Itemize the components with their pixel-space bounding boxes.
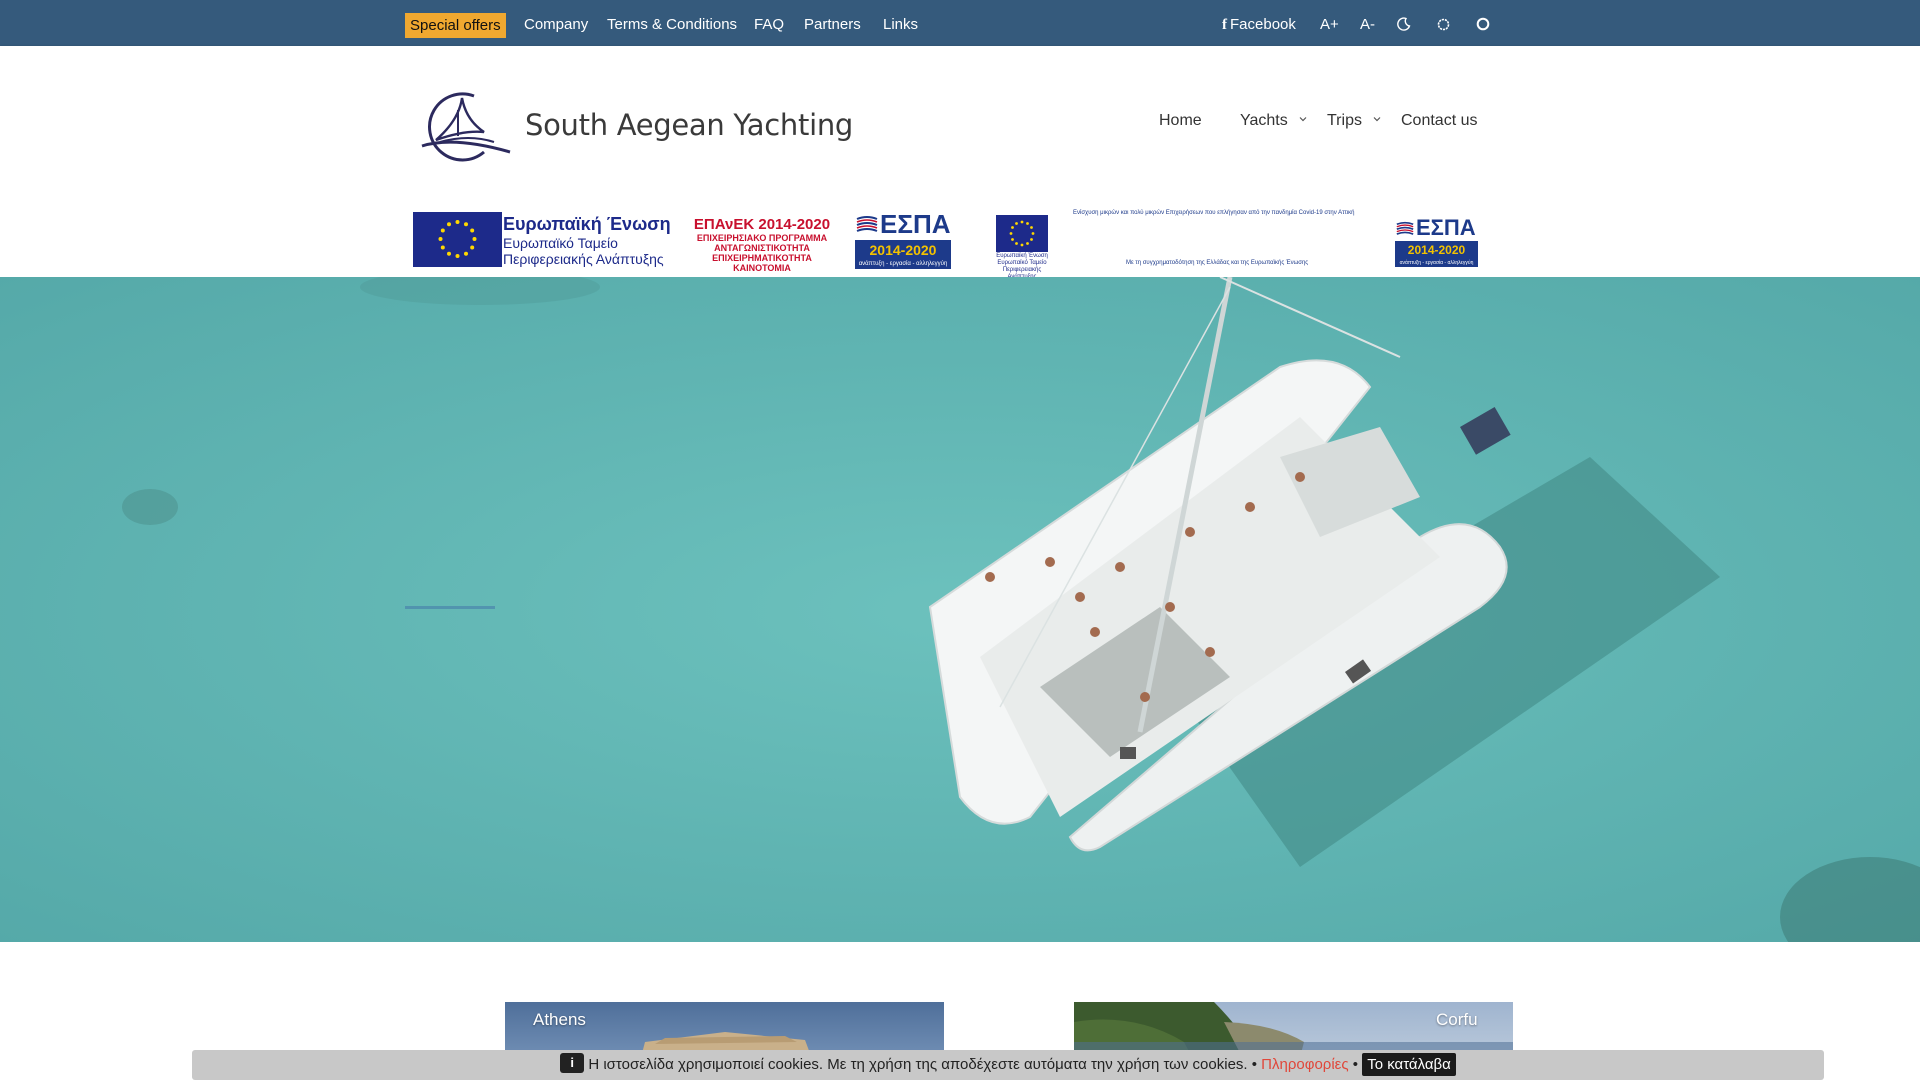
eu-funding-banner: Ευρωπαϊκή Ένωση Ευρωπαϊκό Ταμείο Περιφερ… [0,205,1920,280]
facebook-icon: f [1222,17,1227,33]
espa-title: ΕΣΠΑ [880,209,951,239]
facebook-link[interactable]: f Facebook [1222,0,1296,46]
eu-flag-icon [413,212,502,267]
circle-icon [1476,17,1490,31]
top-bar: Special offers Company Terms & Condition… [0,0,1920,46]
logo-sailboat-icon[interactable] [414,90,512,162]
epanek-line-1: ΕΠΙΧΕΙΡΗΣΙΑΚΟ ΠΡΟΓΡΑΜΜΑ [696,233,828,243]
contrast-button[interactable] [1476,17,1490,31]
moon-icon [1397,17,1411,31]
athens-label: Athens [533,1010,586,1029]
epanek-logo: ΕΠΑνΕΚ 2014-2020 ΕΠΙΧΕΙΡΗΣΙΑΚΟ ΠΡΟΓΡΑΜΜΑ… [692,216,832,273]
nav-yachts[interactable]: Yachts [1240,112,1307,130]
cookie-info-link[interactable]: Πληροφορίες [1261,1056,1348,1073]
espa-logo: ΕΣΠΑ 2014-2020 ανάπτυξη - εργασία - αλλη… [855,209,951,271]
facebook-label: Facebook [1230,16,1296,33]
espa-years-small: 2014-2020 [1395,241,1478,259]
faq-link[interactable]: FAQ [754,0,784,46]
catamaran-aerial-photo [0,277,1920,942]
eu-flag-small-icon [996,215,1048,252]
corfu-label: Corfu [1436,1010,1478,1029]
info-icon: i [560,1053,585,1074]
links-link[interactable]: Links [883,0,918,46]
cookie-consent-bar: i Η ιστοσελίδα χρησιμοποιεί cookies. Με … [192,1050,1824,1080]
greek-flag-icon [1396,221,1414,235]
partners-link[interactable]: Partners [804,0,861,46]
chevron-down-icon [1299,117,1307,122]
special-offers-link[interactable]: Special offers [405,13,506,38]
eu-fund-line-1: Ευρωπαϊκό Ταμείο [503,235,618,251]
covid-support-text: Ενίσχυση μικρών και πολύ μικρών Επιχειρή… [1073,210,1355,216]
nav-trips-label: Trips [1327,112,1362,129]
company-link[interactable]: Company [524,0,588,46]
epanek-line-3: ΕΠΙΧΕΙΡΗΜΑΤΙΚΟΤΗΤΑ [712,253,812,263]
eu-small-line-1: Ευρωπαϊκή Ένωση [996,253,1048,259]
dark-mode-button[interactable] [1397,17,1411,31]
nav-home[interactable]: Home [1159,112,1202,130]
sun-icon [1437,18,1450,31]
espa-tagline-small: ανάπτυξη - εργασία - αλληλεγγύη [1395,259,1478,267]
cookie-message: Η ιστοσελίδα χρησιμοποιεί cookies. Με τη… [588,1056,1257,1073]
cookie-accept-button[interactable]: Το κατάλαβα [1362,1052,1456,1076]
cofunding-text: Με τη συγχρηματοδότηση της Ελλάδας και τ… [1126,260,1309,266]
greek-flag-icon [856,216,878,232]
hero-image [0,277,1920,942]
epanek-line-4: ΚΑΙΝΟΤΟΜΙΑ [733,263,791,273]
eu-title: Ευρωπαϊκή Ένωση [503,214,671,234]
espa-title-small: ΕΣΠΑ [1416,215,1476,240]
chevron-down-icon [1373,117,1381,122]
eu-small-line-2: Ευρωπαϊκό Ταμείο [997,260,1047,266]
terms-link[interactable]: Terms & Conditions [607,0,737,46]
hero-slide-indicator[interactable] [405,606,495,609]
site-name[interactable]: South Aegean Yachting [525,108,853,142]
espa-tagline: ανάπτυξη - εργασία - αλληλεγγύη [855,260,951,269]
nav-trips[interactable]: Trips [1327,112,1381,130]
nav-yachts-label: Yachts [1240,112,1288,129]
espa-logo-small: ΕΣΠΑ 2014-2020 ανάπτυξη - εργασία - αλλη… [1395,215,1478,269]
epanek-title: ΕΠΑνΕΚ 2014-2020 [693,216,831,233]
font-decrease-button[interactable]: A- [1360,0,1375,46]
eu-fund-line-2: Περιφερειακής Ανάπτυξης [503,251,664,267]
light-mode-button[interactable] [1436,17,1451,31]
site-header: South Aegean Yachting Home Yachts Trips … [0,46,1920,205]
nav-contact[interactable]: Contact us [1401,112,1477,130]
espa-years: 2014-2020 [855,240,951,260]
epanek-line-2: ΑΝΤΑΓΩΝΙΣΤΙΚΟΤΗΤΑ [714,243,810,253]
cookie-separator: • [1352,1056,1359,1073]
font-increase-button[interactable]: A+ [1320,0,1339,46]
